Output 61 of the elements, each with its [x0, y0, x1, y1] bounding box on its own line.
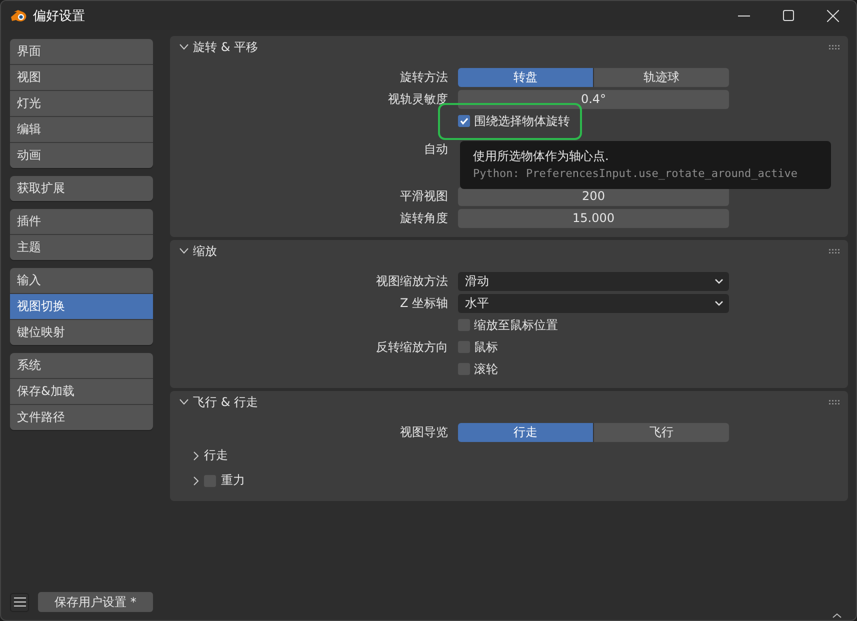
checkbox-label[interactable]: 缩放至鼠标位置 — [474, 316, 558, 334]
close-icon[interactable] — [827, 10, 839, 22]
field-label: 自动 — [424, 142, 448, 156]
sidebar-item[interactable]: 灯光 — [10, 91, 153, 116]
sidebar-item[interactable]: 系统 — [10, 353, 153, 378]
subpanel-title[interactable]: 行走 — [204, 447, 228, 464]
menu-button[interactable] — [10, 592, 29, 612]
tooltip-python-path: Python: PreferencesInput.use_rotate_around_active — [473, 166, 799, 182]
sidebar-item[interactable]: 视图 — [10, 65, 153, 90]
panel-title[interactable]: 旋转 & 平移 — [193, 38, 258, 56]
minimize-icon[interactable] — [738, 14, 750, 16]
caret-icon — [715, 300, 723, 306]
drag-grip-icon[interactable] — [829, 248, 841, 254]
drag-grip-icon[interactable] — [829, 44, 841, 50]
sidebar-item[interactable]: 界面 — [10, 39, 153, 64]
field-label: 旋转方法 — [400, 70, 448, 84]
chevron-icon[interactable] — [193, 450, 199, 460]
toggle-option[interactable]: 转盘 — [458, 68, 593, 86]
subpanel-title[interactable]: 重力 — [221, 472, 245, 489]
app-logo-icon — [10, 8, 28, 22]
panel-title[interactable]: 飞行 & 行走 — [193, 394, 258, 410]
chevron-icon[interactable] — [179, 399, 189, 405]
field-label: Z 坐标轴 — [400, 296, 448, 310]
menu-icon — [14, 597, 26, 607]
sidebar-item[interactable]: 插件 — [10, 209, 153, 234]
sidebar-item[interactable]: 视图切换 — [10, 294, 153, 319]
sidebar-item[interactable]: 编辑 — [10, 117, 153, 142]
checkbox-label[interactable]: 鼠标 — [474, 338, 498, 356]
chevron-icon[interactable] — [179, 44, 189, 50]
chevron-icon[interactable] — [193, 476, 199, 486]
tooltip-text: 使用所选物体作为轴心点. — [473, 148, 610, 165]
chevron-icon[interactable] — [179, 248, 189, 254]
checkbox-label[interactable]: 围绕选择物体旋转 — [474, 112, 570, 130]
panel-title[interactable]: 缩放 — [193, 242, 217, 260]
caret-icon[interactable] — [832, 613, 842, 618]
maximize-icon[interactable] — [783, 10, 794, 21]
field-label: 平滑视图 — [400, 188, 448, 202]
number-field[interactable]: 15.000 — [458, 208, 729, 228]
field-label: 反转缩放方向 — [376, 340, 448, 354]
sidebar-item[interactable]: 主题 — [10, 235, 153, 260]
toggle-option[interactable]: 飞行 — [594, 422, 729, 442]
sidebar-item[interactable]: 保存&加载 — [10, 379, 153, 404]
toggle-option[interactable]: 轨迹球 — [594, 68, 729, 86]
toggle-option[interactable]: 行走 — [458, 422, 593, 442]
window-title: 偏好设置 — [33, 8, 85, 24]
sidebar-item[interactable]: 输入 — [10, 268, 153, 293]
number-field[interactable]: 0.4° — [458, 90, 729, 108]
field-label: 视图缩放方法 — [376, 274, 448, 288]
field-label: 视图导览 — [400, 424, 448, 438]
dropdown[interactable]: 水平 — [458, 294, 729, 312]
sidebar-item[interactable]: 获取扩展 — [10, 176, 153, 201]
caret-icon — [715, 278, 723, 284]
sidebar-item[interactable]: 动画 — [10, 143, 153, 168]
checkbox[interactable] — [458, 115, 470, 127]
drag-grip-icon[interactable] — [829, 400, 841, 404]
sidebar-item[interactable]: 文件路径 — [10, 405, 153, 430]
checkbox-label[interactable]: 滚轮 — [474, 360, 498, 378]
field-label: 旋转角度 — [400, 210, 448, 224]
dropdown[interactable]: 滑动 — [458, 272, 729, 290]
sidebar-item[interactable]: 键位映射 — [10, 320, 153, 345]
save-preferences-button[interactable]: 保存用户设置 * — [38, 592, 153, 612]
